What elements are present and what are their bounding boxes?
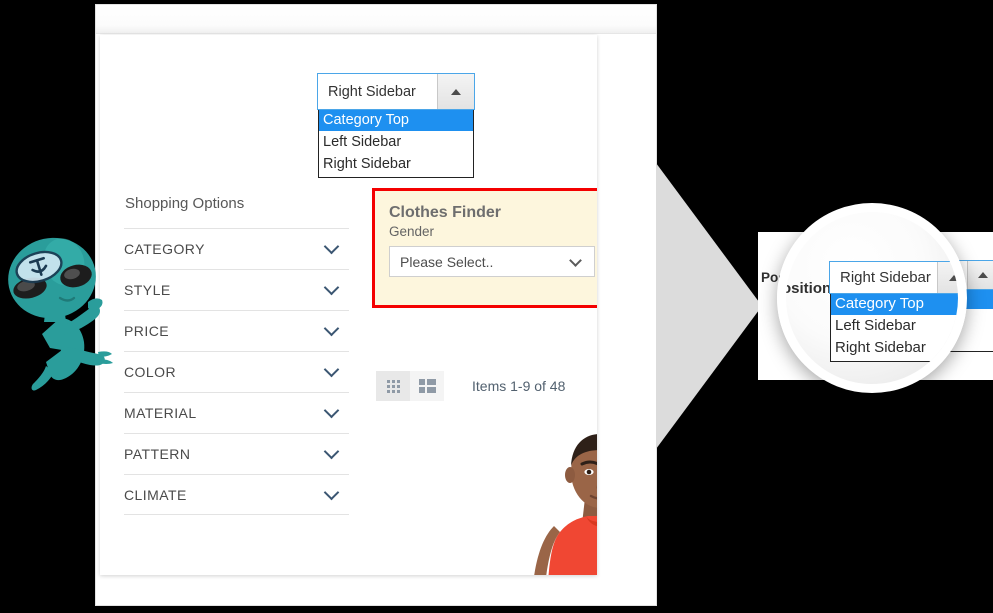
clothes-finder-widget: Clothes Finder Gender Please Select.. [372, 188, 597, 308]
filter-label: MATERIAL [124, 405, 197, 421]
grid-view-button[interactable] [376, 371, 410, 401]
position-select[interactable]: Right Sidebar Category Top Left Sidebar … [317, 73, 475, 178]
chevron-down-icon [323, 443, 340, 460]
sidebar-item-category[interactable]: CATEGORY [124, 228, 349, 269]
dropdown-option-left-sidebar[interactable]: Left Sidebar [319, 131, 473, 153]
items-count-label: Items 1-9 of 48 [472, 378, 566, 394]
magnified-select-dropdown[interactable]: Category Top Left Sidebar Right Sidebar [830, 293, 958, 362]
position-select-toggle[interactable] [437, 74, 474, 109]
dropdown-option-category-top[interactable]: Category Top [319, 109, 473, 131]
sidebar-item-climate[interactable]: CLIMATE [124, 474, 349, 515]
shopping-options-sidebar: Shopping Options CATEGORY STYLE PRICE CO… [124, 195, 349, 515]
magnified-position-label: Position [777, 280, 832, 297]
caret-up-icon [977, 272, 988, 278]
filter-label: CATEGORY [124, 241, 205, 257]
right-pointing-arrow [656, 163, 762, 449]
storefront-content-panel: Position * Right Sidebar Category Top Le… [100, 35, 597, 575]
position-field-row: Position * Right Sidebar Category Top Le… [100, 67, 597, 178]
magnifier-lens: Position * Right Sidebar Category Top Le… [777, 203, 967, 393]
window-topbar [96, 5, 656, 34]
position-select-dropdown[interactable]: Category Top Left Sidebar Right Sidebar [318, 109, 474, 178]
chevron-down-icon [323, 402, 340, 419]
filter-label: PATTERN [124, 446, 191, 462]
chevron-down-icon [323, 484, 340, 500]
shopping-options-title: Shopping Options [125, 195, 245, 212]
gender-field-label: Gender [389, 224, 435, 239]
list-view-icon [418, 379, 436, 393]
list-view-button[interactable] [410, 371, 444, 401]
sidebar-item-style[interactable]: STYLE [124, 269, 349, 310]
position-select-face[interactable]: Right Sidebar [317, 73, 475, 110]
chevron-down-icon [323, 320, 340, 337]
chevron-down-icon [323, 238, 340, 255]
gender-select[interactable]: Please Select.. [389, 246, 595, 277]
caret-up-icon [451, 88, 461, 95]
magnifier-lens-content: Position * Right Sidebar Category Top Le… [786, 212, 958, 384]
gender-select-value: Please Select.. [400, 253, 494, 270]
magnified-option-category-top[interactable]: Category Top [831, 293, 958, 315]
grid-view-icon [386, 379, 400, 393]
screenshot-stage: Position * Right Sidebar Category Top Le… [0, 0, 993, 613]
magnified-option-left-sidebar[interactable]: Left Sidebar [831, 315, 958, 337]
sidebar-item-color[interactable]: COLOR [124, 351, 349, 392]
product-list-toolbar: Items 1-9 of 48 [376, 371, 565, 401]
chevron-down-icon [323, 279, 340, 296]
product-thumbnail[interactable] [500, 420, 597, 575]
filter-label: CLIMATE [124, 486, 187, 503]
sidebar-item-material[interactable]: MATERIAL [124, 392, 349, 433]
magnified-select-face[interactable]: Right Sidebar [829, 261, 958, 294]
filter-label: STYLE [124, 282, 171, 298]
chevron-down-icon [323, 361, 340, 378]
sidebar-item-pattern[interactable]: PATTERN [124, 433, 349, 474]
magnified-position-select[interactable]: Right Sidebar Category Top Left Sidebar … [829, 261, 958, 362]
magnified-select-value: Right Sidebar [840, 269, 931, 286]
caret-up-icon [949, 274, 958, 281]
model-photo-icon [500, 420, 597, 575]
sidebar-item-price[interactable]: PRICE [124, 310, 349, 351]
position-select-value: Right Sidebar [328, 83, 416, 100]
filter-label: COLOR [124, 364, 177, 380]
filter-label: PRICE [124, 323, 170, 339]
position-select-toggle-right[interactable] [967, 261, 993, 289]
alien-mascot-icon [8, 237, 113, 391]
clothes-finder-title: Clothes Finder [389, 204, 502, 221]
chevron-down-icon [569, 254, 582, 267]
magnified-option-right-sidebar[interactable]: Right Sidebar [831, 337, 958, 359]
view-mode-group [376, 371, 444, 401]
dropdown-option-right-sidebar[interactable]: Right Sidebar [319, 153, 473, 175]
